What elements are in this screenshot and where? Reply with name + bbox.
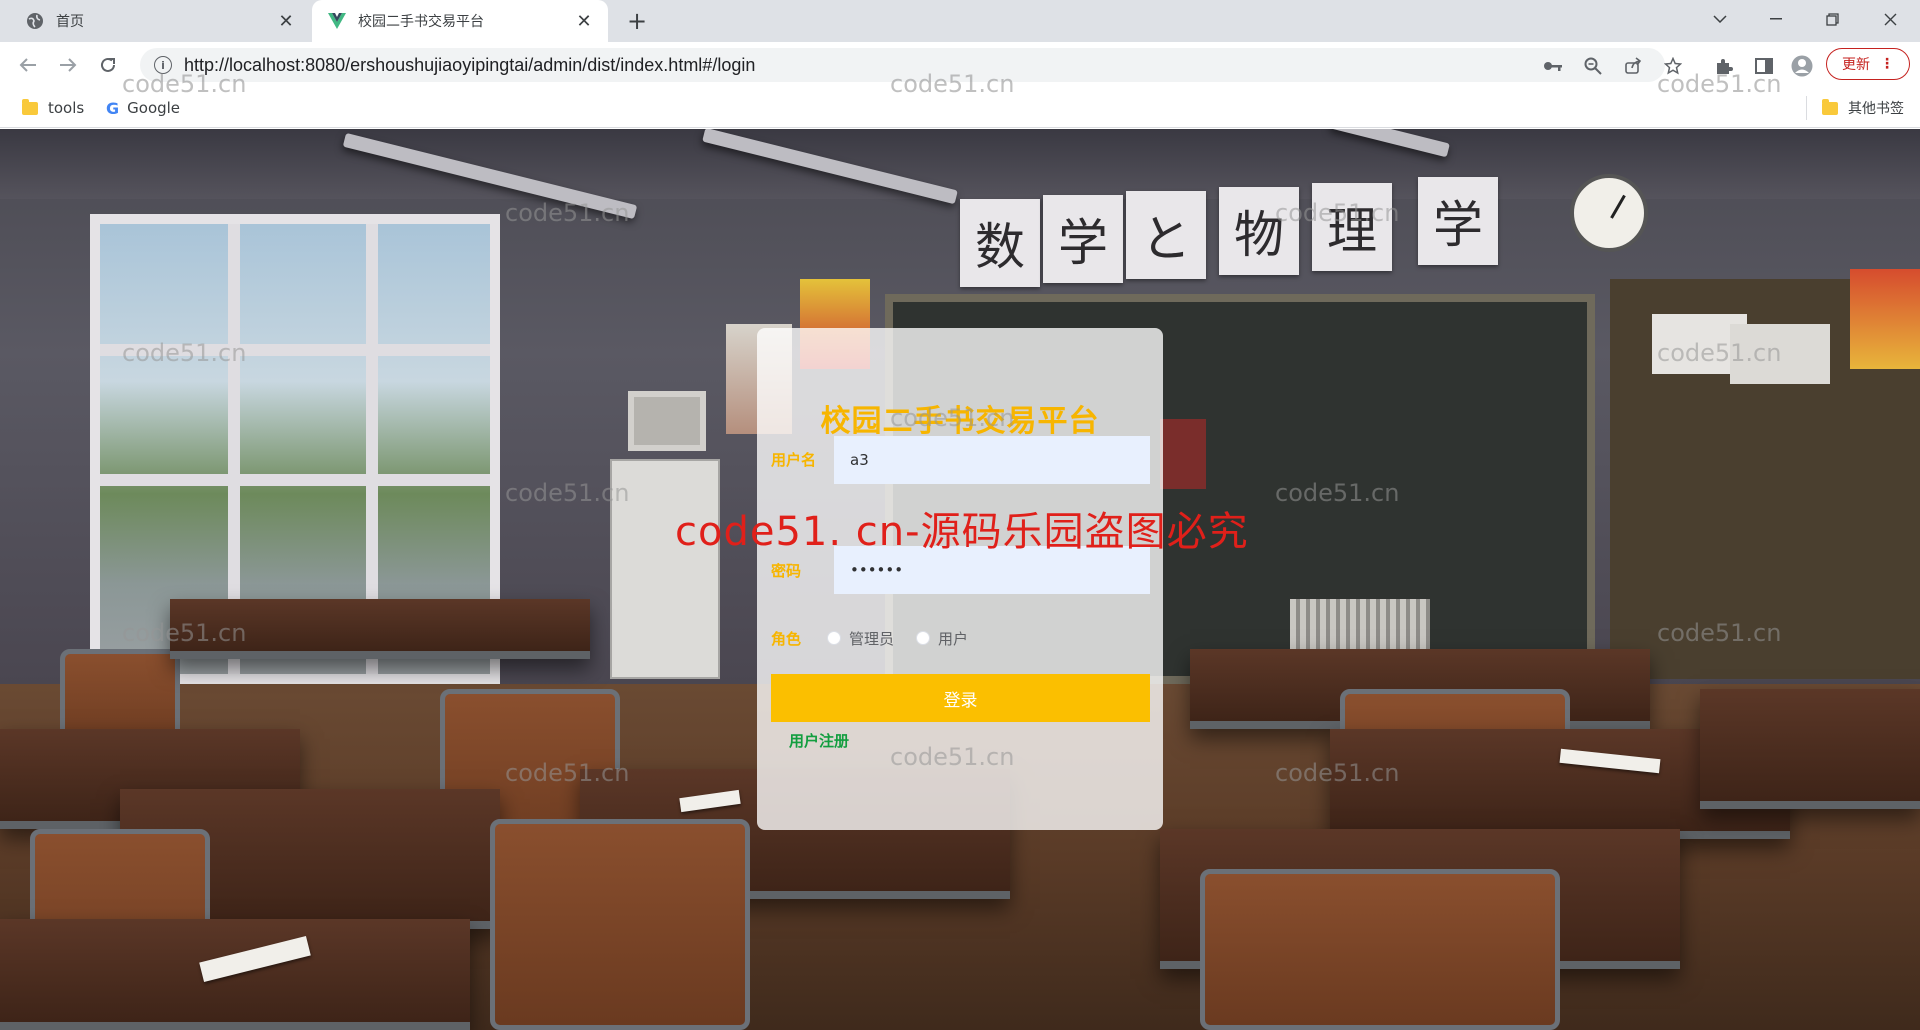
- copyright-watermark: code51. cn-源码乐园盗图必究: [675, 509, 1249, 555]
- desk: [0, 919, 470, 1030]
- bookmark-label: 其他书签: [1848, 101, 1904, 117]
- desk: [1700, 689, 1920, 809]
- chevron-down-icon[interactable]: [1692, 0, 1748, 38]
- tab-login[interactable]: 校园二手书交易平台 ✕: [312, 0, 608, 42]
- banner-card: と: [1126, 191, 1206, 279]
- watermark: code51.cn: [890, 743, 1015, 771]
- watermark: code51.cn: [505, 199, 630, 227]
- role-radio-user[interactable]: 用户: [916, 628, 968, 649]
- password-label: 密码: [771, 562, 802, 580]
- key-icon[interactable]: [1543, 56, 1563, 76]
- banner-card: 学: [1418, 177, 1498, 265]
- folder-icon: [22, 98, 38, 115]
- watermark: code51.cn: [890, 70, 1015, 98]
- watermark: code51.cn: [890, 404, 1015, 432]
- profile-avatar-icon[interactable]: [1791, 55, 1813, 77]
- username-label: 用户名: [771, 451, 817, 469]
- role-selector: 角色 管理员 用户: [771, 626, 1151, 650]
- bookmark-other[interactable]: 其他书签: [1822, 96, 1904, 120]
- watermark: code51.cn: [122, 619, 247, 647]
- watermark: code51.cn: [505, 479, 630, 507]
- watermark: code51.cn: [1657, 70, 1782, 98]
- username-input[interactable]: [834, 436, 1150, 484]
- bookmark-label: tools: [48, 99, 85, 117]
- tab-title: 校园二手书交易平台: [358, 14, 484, 30]
- chair: [1200, 869, 1560, 1030]
- tab-title: 首页: [56, 14, 84, 30]
- google-icon: G: [106, 98, 120, 118]
- close-icon[interactable]: ✕: [272, 7, 300, 35]
- bookmark-label: Google: [127, 99, 181, 117]
- folder-icon: [1822, 98, 1838, 115]
- new-tab-button[interactable]: +: [622, 6, 652, 36]
- role-option-label: 用户: [938, 629, 969, 648]
- minimize-icon[interactable]: [1748, 0, 1804, 38]
- close-icon[interactable]: ✕: [570, 7, 598, 35]
- bookmark-tools[interactable]: tools: [22, 96, 84, 120]
- banner-card: 数: [960, 199, 1040, 287]
- bookmark-google[interactable]: G Google: [106, 96, 180, 120]
- forward-icon[interactable]: [52, 49, 84, 81]
- tab-strip: 首页 ✕ 校园二手书交易平台 ✕ +: [0, 0, 1920, 42]
- wall-clock: [1570, 174, 1648, 252]
- radio-icon[interactable]: [916, 631, 931, 645]
- watermark: code51.cn: [1657, 619, 1782, 647]
- watermark: code51.cn: [122, 70, 247, 98]
- login-page: 数 学 と 物 理 学 code51.cn code51.cn code51.c…: [0, 129, 1920, 1030]
- url-text[interactable]: http://localhost:8080/ershoushujiaoyipin…: [184, 55, 755, 76]
- back-icon[interactable]: [12, 49, 44, 81]
- zoom-icon[interactable]: [1583, 56, 1603, 76]
- role-option-label: 管理员: [849, 629, 895, 648]
- watermark: code51.cn: [1657, 339, 1782, 367]
- globe-icon: [26, 12, 44, 30]
- role-label: 角色: [771, 629, 802, 648]
- poster: [1160, 419, 1206, 489]
- update-button[interactable]: 更新 ⋮: [1826, 48, 1910, 80]
- watermark: code51.cn: [505, 759, 630, 787]
- banner-card: 学: [1043, 195, 1123, 283]
- watermark: code51.cn: [1275, 199, 1400, 227]
- restore-icon[interactable]: [1804, 0, 1860, 38]
- share-icon[interactable]: [1623, 56, 1643, 76]
- reload-icon[interactable]: [92, 49, 124, 81]
- login-button[interactable]: 登录: [771, 674, 1150, 722]
- update-label: 更新: [1842, 57, 1870, 73]
- window-close-icon[interactable]: [1862, 0, 1918, 38]
- television: [628, 391, 706, 451]
- chair: [490, 819, 750, 1030]
- poster: [1850, 269, 1920, 369]
- role-radio-admin[interactable]: 管理员: [827, 628, 894, 649]
- tab-home[interactable]: 首页 ✕: [0, 0, 310, 42]
- login-form: 校园二手书交易平台 用户名 密码 角色 管理员 用户 登录 用户注册 code5…: [757, 328, 1163, 830]
- bookmark-separator: [1806, 96, 1807, 120]
- watermark: code51.cn: [122, 339, 247, 367]
- more-icon: ⋮: [1880, 56, 1894, 72]
- watermark: code51.cn: [1275, 759, 1400, 787]
- register-link[interactable]: 用户注册: [789, 730, 849, 751]
- banner-card: 理: [1312, 183, 1392, 271]
- radio-icon[interactable]: [827, 631, 842, 645]
- vue-logo-icon: [328, 12, 346, 30]
- watermark: code51.cn: [1275, 479, 1400, 507]
